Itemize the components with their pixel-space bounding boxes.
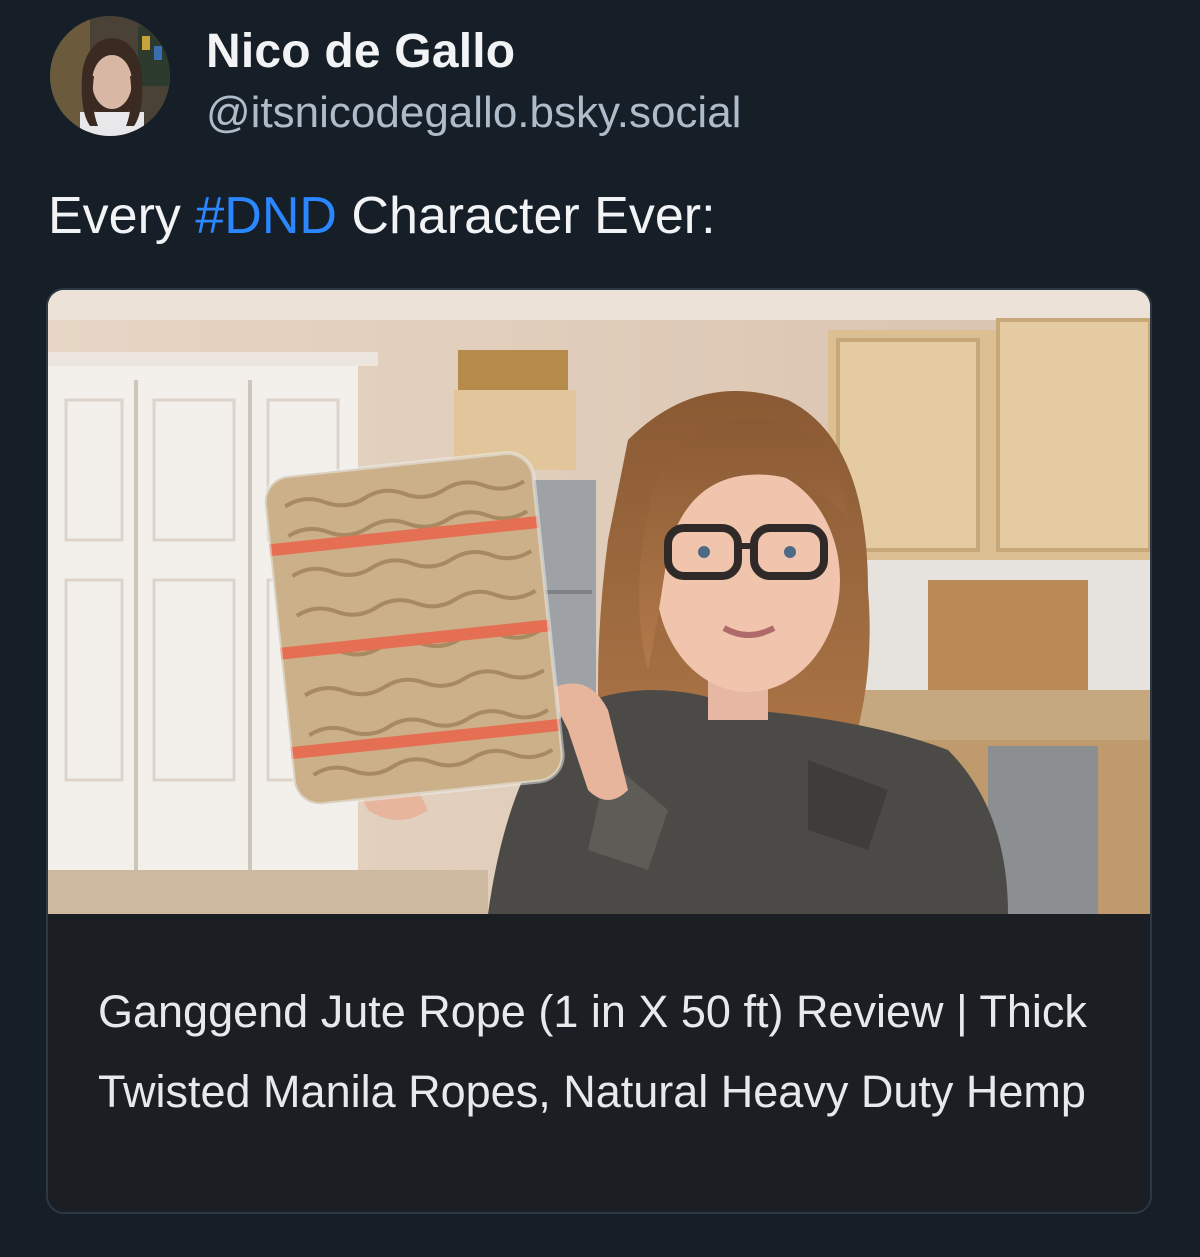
embed-title[interactable]: Ganggend Jute Rope (1 in X 50 ft) Review… xyxy=(98,972,1098,1132)
embed-info[interactable]: Ganggend Jute Rope (1 in X 50 ft) Review… xyxy=(48,914,1150,1212)
post-text-suffix: Character Ever: xyxy=(336,187,716,245)
post-header: Nico de Gallo @itsnicodegallo.bsky.socia… xyxy=(50,16,1150,146)
avatar[interactable] xyxy=(50,16,170,136)
video-thumbnail-image xyxy=(48,290,1150,914)
avatar-image xyxy=(50,16,170,136)
embed-thumbnail[interactable] xyxy=(48,290,1150,914)
post-text-prefix: Every xyxy=(48,187,196,245)
post-text: Every #DND Character Ever: xyxy=(48,186,716,246)
author-handle[interactable]: @itsnicodegallo.bsky.social xyxy=(206,88,741,138)
author-display-name[interactable]: Nico de Gallo xyxy=(206,24,515,79)
hashtag-link[interactable]: #DND xyxy=(195,187,337,245)
link-embed-card[interactable]: Ganggend Jute Rope (1 in X 50 ft) Review… xyxy=(46,288,1152,1214)
